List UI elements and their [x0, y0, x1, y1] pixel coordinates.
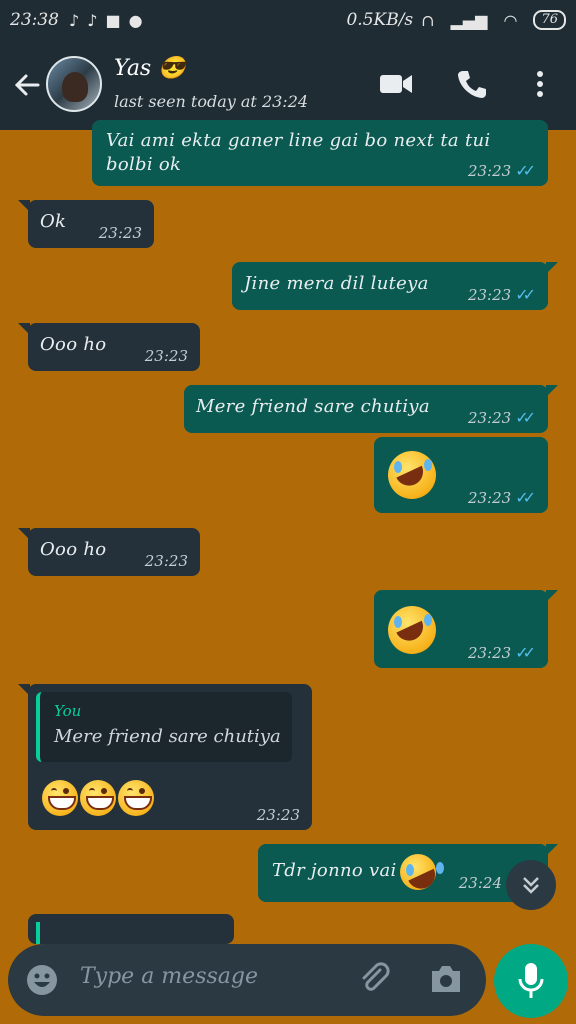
emoji-button[interactable] [26, 964, 58, 1000]
tiktok-icon: ♪ [69, 10, 80, 30]
paperclip-icon [362, 962, 390, 991]
message-meta: 23:23 ✓✓ [468, 643, 536, 662]
message-meta: 23:23 [145, 552, 188, 570]
message-text: Jine mera dil luteya [244, 273, 429, 294]
message-outgoing[interactable]: Tdr jonno vai 23:24 [258, 844, 558, 902]
read-receipt-icon: ✓✓ [515, 161, 536, 180]
message-time: 23:23 [467, 285, 512, 304]
message-outgoing[interactable]: 23:23 ✓✓ [374, 437, 548, 513]
message-time: 23:23 [256, 806, 300, 824]
video-camera-icon [380, 75, 412, 93]
message-text: Mere friend sare chutiya [196, 396, 430, 417]
read-receipt-icon: ✓✓ [515, 408, 536, 427]
avatar[interactable] [46, 56, 102, 112]
message-text: Ooo ho [40, 334, 107, 355]
status-time: 23:38 [10, 10, 59, 30]
camera-icon [432, 966, 460, 992]
grinning-emoji-icon [80, 780, 116, 816]
message-time: 23:24 [458, 874, 502, 892]
grinning-emoji-icon [42, 780, 78, 816]
more-options-button[interactable] [520, 64, 560, 104]
message-meta: 23:23 ✓✓ [468, 408, 536, 427]
attach-button[interactable] [358, 962, 392, 1000]
message-outgoing[interactable]: Mere friend sare chutiya 23:23 ✓✓ [184, 385, 558, 433]
message-meta: 23:23 [145, 347, 188, 365]
last-seen: last seen today at 23:24 [114, 92, 309, 111]
message-time: 23:23 [467, 643, 512, 662]
quote-bar [36, 922, 40, 944]
message-meta: 23:23 [257, 806, 300, 824]
battery-badge: 76 [533, 10, 566, 30]
message-incoming[interactable]: Ooo ho 23:23 [18, 323, 200, 371]
scroll-to-bottom-button[interactable] [506, 860, 556, 910]
camera-button[interactable] [428, 962, 464, 1000]
quoted-text: Mere friend sare chutiya [54, 726, 281, 747]
message-text: Ooo ho [40, 539, 107, 560]
video-call-button[interactable] [376, 64, 416, 104]
voice-message-button[interactable] [494, 944, 568, 1018]
double-chevron-down-icon [523, 877, 539, 894]
tiktok-icon-2: ♪ [87, 10, 98, 30]
message-incoming[interactable]: Ok 23:23 [18, 200, 154, 248]
message-composer: Type a message [8, 944, 486, 1016]
message-input[interactable]: Type a message [80, 964, 258, 989]
message-meta: 23:24 [459, 874, 502, 892]
back-arrow-icon [14, 74, 40, 96]
message-time: 23:23 [467, 161, 512, 180]
more-vert-icon [537, 71, 543, 97]
contact-name[interactable]: Yas 😎 [114, 56, 186, 81]
laughing-emoji-icon [388, 451, 436, 499]
message-time: 23:23 [467, 408, 512, 427]
notification-icon: ● [128, 10, 143, 30]
message-incoming[interactable] [28, 914, 234, 944]
message-meta: 23:23 ✓✓ [468, 488, 536, 507]
signal-icon: ▂▄▆ [450, 10, 488, 30]
chat-header: Yas 😎 last seen today at 23:24 [0, 40, 576, 130]
quoted-message[interactable]: You Mere friend sare chutiya [36, 692, 292, 762]
message-time: 23:23 [467, 488, 512, 507]
voice-call-button[interactable] [452, 64, 492, 104]
status-bar: 23:38 ♪ ♪ ■ ● 0.5KB/s ∩ ▂▄▆ ◠ 76 [0, 0, 576, 40]
quoted-author: You [54, 702, 82, 720]
message-text: bolbi ok [106, 154, 182, 175]
read-receipt-icon: ✓✓ [515, 643, 536, 662]
message-outgoing[interactable]: Jine mera dil luteya 23:23 ✓✓ [232, 262, 558, 310]
laughing-emoji-icon [400, 854, 436, 890]
video-icon: ■ [105, 10, 121, 30]
message-incoming[interactable]: Ooo ho 23:23 [18, 528, 200, 576]
message-meta: 23:23 ✓✓ [468, 161, 536, 180]
message-text: Ok [40, 211, 67, 232]
message-incoming-reply[interactable]: You Mere friend sare chutiya 23:23 [18, 684, 312, 830]
back-button[interactable] [10, 68, 44, 102]
smiley-icon [27, 965, 57, 995]
message-time: 23:23 [144, 552, 188, 570]
laughing-emoji-icon [388, 606, 436, 654]
read-receipt-icon: ✓✓ [515, 285, 536, 304]
microphone-icon [518, 963, 544, 998]
message-outgoing[interactable]: Vai ami ekta ganer line gai bo next ta t… [92, 120, 548, 186]
phone-icon [458, 71, 486, 98]
headphones-icon: ∩ [421, 10, 435, 30]
read-receipt-icon: ✓✓ [515, 488, 536, 507]
message-meta: 23:23 [99, 224, 142, 242]
grinning-emoji-icon [118, 780, 154, 816]
message-text: Tdr jonno vai [272, 860, 397, 881]
wifi-icon: ◠ [503, 10, 518, 30]
message-outgoing[interactable]: 23:23 ✓✓ [374, 590, 558, 668]
message-time: 23:23 [144, 347, 188, 365]
message-meta: 23:23 ✓✓ [468, 285, 536, 304]
net-speed: 0.5KB/s [346, 10, 414, 30]
message-text: Vai ami ekta ganer line gai bo next ta t… [106, 130, 491, 151]
message-time: 23:23 [98, 224, 142, 242]
